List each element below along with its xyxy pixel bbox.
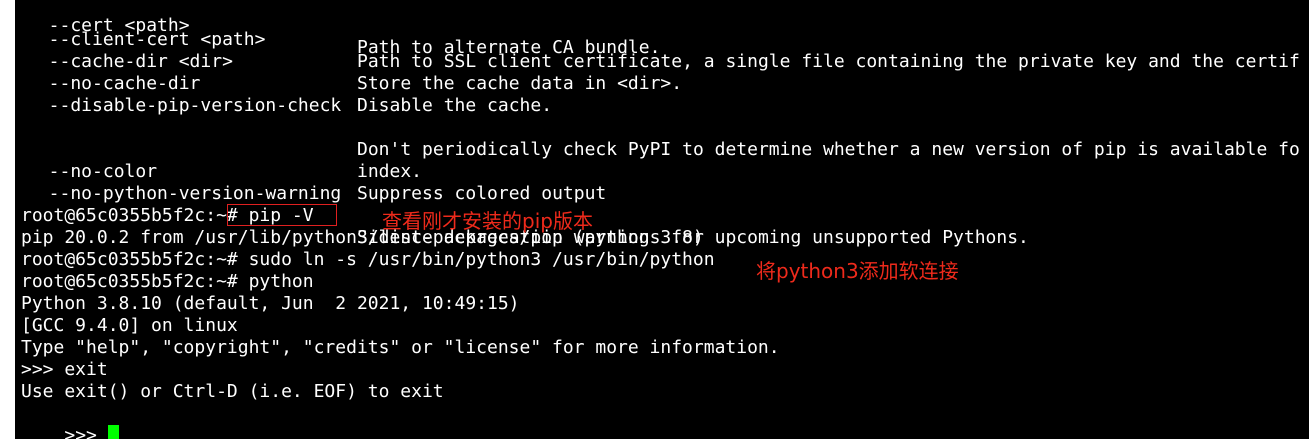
option-description: Don't periodically check PyPI to determi… — [357, 139, 1300, 160]
repl-input-line: >>> exit — [21, 359, 108, 380]
help-line: Don't periodically check PyPI to determi… — [21, 95, 1300, 160]
annotation-pip-version: 查看刚才安装的pip版本 — [382, 209, 593, 233]
option-name: --disable-pip-version-check — [27, 95, 342, 116]
command-line-symlink: root@65c0355b5f2c:~# sudo ln -s /usr/bin… — [21, 249, 715, 270]
help-line: --cache-dir <dir> Store the cache data i… — [21, 29, 682, 94]
highlight-box — [227, 204, 337, 226]
help-line: --client-cert <path> Path to SSL client … — [21, 7, 1300, 72]
window-left-edge — [0, 0, 15, 439]
repl-prompt-line[interactable]: >>> — [21, 403, 119, 439]
help-line: index. — [21, 117, 422, 182]
option-description: Store the cache data in <dir>. — [357, 73, 683, 94]
help-line: --no-python-version-warning — [21, 161, 342, 204]
output-line: [GCC 9.4.0] on linux — [21, 315, 238, 336]
output-line: Use exit() or Ctrl-D (i.e. EOF) to exit — [21, 381, 444, 402]
option-description: Suppress colored output — [357, 183, 607, 204]
option-name: --no-python-version-warning — [27, 183, 342, 204]
help-line: Silence deprecation warnings for upcomin… — [21, 183, 1029, 248]
option-description: Path to SSL client certificate, a single… — [357, 51, 1300, 72]
output-line: Type "help", "copyright", "credits" or "… — [21, 337, 780, 358]
text-cursor — [107, 425, 119, 439]
terminal-window[interactable]: --cert <path> Path to alternate CA bundl… — [15, 0, 1309, 439]
annotation-symlink: 将python3添加软连接 — [756, 259, 959, 283]
command-line-python: root@65c0355b5f2c:~# python — [21, 271, 314, 292]
output-line: pip 20.0.2 from /usr/lib/python3/dist-pa… — [21, 227, 704, 248]
help-line: --disable-pip-version-check — [21, 73, 342, 116]
help-line: --no-color Suppress colored output — [21, 139, 607, 204]
output-line: Python 3.8.10 (default, Jun 2 2021, 10:4… — [21, 293, 520, 314]
option-description: index. — [357, 161, 423, 182]
repl-prompt: >>> — [64, 425, 108, 439]
option-description: Disable the cache. — [357, 95, 553, 116]
help-line: --no-cache-dir Disable the cache. — [21, 51, 552, 116]
